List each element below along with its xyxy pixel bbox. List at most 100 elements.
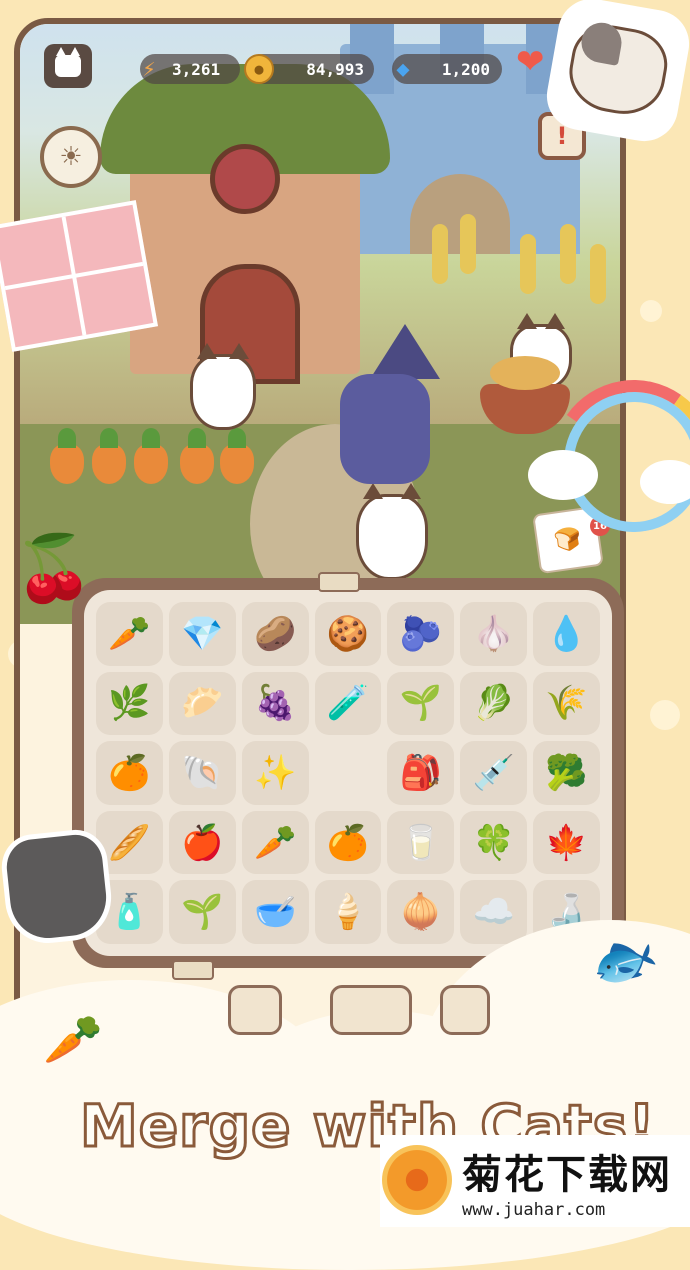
board-cell[interactable]: 🧅 (387, 880, 455, 944)
radish-icon: 🥕 (253, 822, 297, 863)
flour-sack-icon: 🎒 (399, 752, 443, 793)
onion-icon: 🧅 (399, 892, 443, 933)
orange-icon: 🍊 (108, 752, 151, 793)
coin-value: 84,993 (306, 59, 364, 79)
seedling-icon: 🌱 (181, 892, 224, 933)
dock-slot-right[interactable] (440, 985, 490, 1035)
rainbow-sticker-icon (528, 367, 690, 557)
board-cell[interactable]: 🍦 (314, 880, 382, 944)
flower-logo-icon (382, 1145, 452, 1215)
board-cell[interactable]: 🥔 (241, 602, 309, 666)
carrot-sticker-icon: 🥕 (43, 1011, 103, 1068)
board-cell[interactable]: ☁️ (460, 880, 528, 944)
board-cell[interactable]: 🧄 (460, 602, 528, 666)
sprout-potato-icon: 🌱 (399, 683, 443, 724)
cat-face-icon (55, 47, 81, 77)
gem-counter[interactable]: ◆ 1,200 (392, 54, 502, 84)
cat-witch[interactable] (340, 374, 430, 484)
merge-grid: 🥕 💎 🥔 🍪 🫐 🧄 💧 🌿 🥟 🍇 🧪 🌱 🥬 🌾 🍊 🐚 ✨ 🎒 💉 🥦 🥖 🍎 🥕 🍊 🥛 🍀 🍁 🧴 🌱 🥣 🍦 🧅 ☁️ 🍶 (84, 590, 612, 956)
board-cell[interactable]: 🧪 (314, 671, 382, 736)
board-cell[interactable]: 🥣 (241, 880, 309, 944)
board-cell[interactable]: 💧 (533, 602, 600, 666)
board-cell[interactable]: 🥕 (241, 810, 309, 875)
seashell-icon: 🐚 (181, 752, 224, 793)
board-cell[interactable]: 🥦 (533, 741, 600, 805)
potato-icon: 🥔 (253, 613, 297, 654)
cat-biscuit-icon: 🍪 (326, 613, 370, 654)
perilla-leaf-icon: 🍁 (545, 822, 588, 863)
profile-button[interactable] (44, 44, 92, 88)
board-cell[interactable]: ✨ (241, 741, 309, 805)
cotton-icon: ☁️ (472, 892, 515, 933)
sun-icon: ☀ (59, 142, 83, 172)
board-cell[interactable]: 🫐 (387, 602, 455, 666)
blue-star-icon: ✨ (253, 752, 297, 793)
cat-gardener[interactable] (190, 343, 256, 430)
wheat-icon: 🌾 (545, 683, 588, 724)
energy-counter[interactable]: ⚡ 3,261 (140, 54, 240, 84)
beet-icon: 🫐 (399, 613, 443, 654)
board-cell[interactable]: 🌱 (387, 671, 455, 736)
carrot-energy-icon: ⚡ (142, 56, 156, 82)
board-cell[interactable]: 🥬 (460, 671, 528, 736)
bean-bowl-icon: 🥣 (253, 892, 297, 933)
watermark-url: www.juahar.com (462, 1200, 606, 1220)
board-cell[interactable]: 🌾 (533, 671, 600, 736)
potion-bottle-icon: 🧴 (108, 892, 151, 933)
crystal-shards-icon: 💎 (181, 613, 224, 654)
board-cell[interactable]: 💎 (168, 602, 236, 666)
energy-value: 3,261 (172, 59, 221, 79)
coin-icon: ● (244, 54, 274, 84)
water-pouch-icon: 💧 (545, 613, 588, 654)
board-cell[interactable]: 🐚 (168, 741, 236, 805)
gem-value: 1,200 (441, 59, 490, 79)
board-cell[interactable]: 🍁 (533, 810, 600, 875)
watermark: 菊花下载网 www.juahar.com (380, 1135, 690, 1227)
garlic-icon: 🧄 (472, 613, 515, 654)
board-cell[interactable]: 🥕 (96, 602, 163, 666)
merge-board: 🥕 💎 🥔 🍪 🫐 🧄 💧 🌿 🥟 🍇 🧪 🌱 🥬 🌾 🍊 🐚 ✨ 🎒 💉 🥦 🥖 🍎 🥕 🍊 🥛 🍀 🍁 🧴 🌱 🥣 🍦 🧅 ☁️ 🍶 (72, 578, 624, 968)
board-cell[interactable]: 🌿 (96, 671, 163, 736)
gem-icon: ◆ (396, 56, 410, 82)
broccoli-icon: 🥦 (545, 752, 588, 793)
bread-icon: 🍞 (552, 525, 584, 555)
bread-loaf-icon: 🥖 (108, 822, 151, 863)
board-cell[interactable]: 🎒 (387, 741, 455, 805)
cottage[interactable] (100, 64, 390, 384)
board-cell[interactable]: 🥛 (387, 810, 455, 875)
hamster-sticker (546, 0, 690, 142)
board-cell[interactable]: 🍀 (460, 810, 528, 875)
orange-pile-icon: 🍊 (326, 822, 370, 863)
daily-sun-button[interactable]: ☀ (40, 126, 102, 188)
coin-counter[interactable]: ● 84,993 (244, 54, 374, 84)
cat-bun-icon: 🥟 (181, 683, 224, 724)
exclamation-icon: ! (556, 122, 568, 150)
board-cell[interactable]: 🍎 (168, 810, 236, 875)
board-cell[interactable] (315, 741, 382, 805)
carrot-icon: 🥕 (108, 613, 151, 654)
apple-icon: 🍎 (181, 822, 224, 863)
board-cell[interactable]: 🍊 (314, 810, 382, 875)
board-cell[interactable]: 🌱 (168, 880, 236, 944)
board-cell[interactable]: 💉 (460, 741, 528, 805)
clover-icon: 🍀 (472, 822, 515, 863)
heart-icon: ❤ (516, 42, 545, 82)
blanket-sticker (0, 200, 158, 352)
dock-slot-center[interactable] (330, 985, 412, 1035)
watermark-title: 菊花下载网 (462, 1152, 672, 1198)
witch-hat (370, 324, 440, 379)
board-clasp-top (318, 572, 360, 592)
dock-slot-left[interactable] (228, 985, 282, 1035)
board-cell[interactable]: 🍪 (314, 602, 382, 666)
turnip-sprout-icon: 🥬 (472, 683, 515, 724)
board-cell[interactable]: 🥟 (168, 671, 236, 736)
magic-flask-icon: 🧪 (326, 683, 370, 724)
cherry-sticker-icon: 🍒 (14, 531, 94, 606)
dropper-icon: 💉 (472, 752, 515, 793)
basil-leaves-icon: 🌿 (108, 683, 151, 724)
board-cell[interactable]: 🍇 (241, 671, 309, 736)
milk-carton-icon: 🥛 (399, 822, 443, 863)
blue-cream-icon: 🍦 (326, 892, 370, 933)
cat-waterer[interactable] (356, 483, 428, 580)
board-cell[interactable]: 🍊 (96, 741, 163, 805)
